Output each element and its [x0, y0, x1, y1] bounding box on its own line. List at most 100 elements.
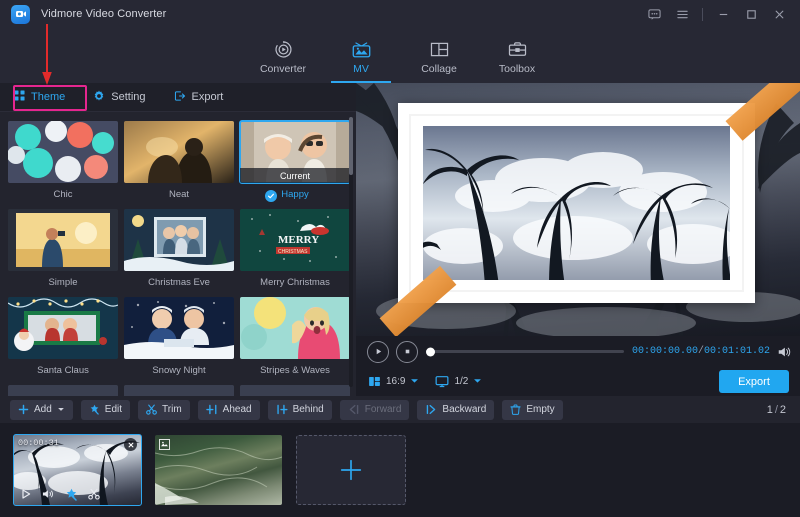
minimize-icon[interactable]: [710, 1, 736, 27]
page-indicator: 1/2: [767, 404, 786, 416]
nav-tab-mv[interactable]: MV: [322, 28, 400, 83]
tool-label: Edit: [105, 404, 122, 415]
stop-button[interactable]: [396, 341, 418, 363]
aspect-icon: [368, 375, 381, 388]
sub-tab-export[interactable]: Export: [174, 90, 224, 105]
total-time: 00:01:01.02: [704, 346, 770, 357]
sub-tab-setting[interactable]: Setting: [93, 90, 145, 105]
app-title: Vidmore Video Converter: [41, 8, 166, 20]
plus-icon: [338, 457, 364, 483]
theme-panel: Theme Setting: [0, 83, 356, 396]
nav-tab-label: Toolbox: [499, 63, 535, 75]
seek-bar[interactable]: [428, 350, 624, 353]
clip-hover-tools: [14, 485, 141, 503]
svg-text:CHRISTMAS: CHRISTMAS: [278, 249, 308, 255]
player-controls: 00:00:00.00/00:01:01.02: [356, 336, 800, 396]
timeline-clip-image[interactable]: [155, 435, 282, 505]
aspect-ratio-selector[interactable]: 16:9: [368, 375, 419, 388]
theme-item-partial[interactable]: [240, 385, 350, 396]
theme-item-merry-christmas[interactable]: MERRY CHRISTMAS Merry Christmas: [240, 209, 350, 289]
player-options-row: 16:9 1/2 Export: [356, 367, 800, 396]
play-button[interactable]: [367, 341, 389, 363]
converter-icon: [273, 37, 294, 60]
sub-tab-label: Setting: [111, 91, 145, 103]
theme-thumbnail: [240, 297, 350, 359]
edit-icon[interactable]: [65, 488, 78, 501]
tool-label: Trim: [162, 404, 182, 415]
nav-tab-toolbox[interactable]: Toolbox: [478, 28, 556, 83]
theme-thumbnail: [124, 209, 234, 271]
themes-grid: Chic: [0, 113, 356, 396]
forward-button[interactable]: Forward: [340, 400, 410, 420]
app-window: Vidmore Video Converter: [0, 0, 800, 517]
add-button[interactable]: Add: [10, 400, 73, 420]
maximize-icon[interactable]: [738, 1, 764, 27]
theme-item-christmas-eve[interactable]: Christmas Eve: [124, 209, 234, 289]
theme-thumbnail: [8, 121, 118, 183]
ahead-button[interactable]: Ahead: [198, 400, 260, 420]
timeline-clip-video[interactable]: 00:00:31: [14, 435, 141, 505]
sub-tab-theme[interactable]: Theme: [14, 90, 65, 104]
chevron-down-icon[interactable]: [410, 377, 419, 386]
theme-thumbnail: [124, 297, 234, 359]
behind-button[interactable]: Behind: [268, 400, 332, 420]
theme-item-simple[interactable]: Simple: [8, 209, 118, 289]
screen-split-selector[interactable]: 1/2: [435, 375, 482, 388]
theme-item-stripes-waves[interactable]: Stripes & Waves: [240, 297, 350, 377]
page-current: 1: [767, 404, 773, 416]
video-preview[interactable]: [356, 83, 800, 336]
trim-button[interactable]: Trim: [138, 400, 190, 420]
chevron-down-icon[interactable]: [57, 407, 65, 412]
play-icon[interactable]: [20, 488, 32, 500]
theme-item-neat[interactable]: Neat: [124, 121, 234, 201]
behind-icon: [276, 404, 288, 415]
theme-thumbnail: [8, 209, 118, 271]
theme-label: Neat: [124, 188, 234, 201]
nav-tab-label: Converter: [260, 63, 306, 75]
clip-thumbnail: [155, 435, 282, 505]
theme-label: Merry Christmas: [240, 276, 350, 289]
clip-close-icon[interactable]: [124, 438, 137, 451]
nav-bar: Converter MV: [0, 28, 800, 83]
mv-icon: [351, 37, 372, 60]
preview-frame: [398, 103, 755, 303]
clip-timeline: 00:00:31: [0, 423, 800, 517]
add-clip-button[interactable]: [296, 435, 406, 505]
menu-icon[interactable]: [669, 1, 695, 27]
theme-item-happy[interactable]: Current Happy: [240, 121, 350, 201]
theme-item-santa-claus[interactable]: Santa Claus: [8, 297, 118, 377]
feedback-icon[interactable]: [641, 1, 667, 27]
grid-icon: [14, 90, 25, 104]
themes-scrollbar[interactable]: [349, 117, 353, 387]
theme-item-partial[interactable]: [124, 385, 234, 396]
screen-split-value: 1/2: [454, 376, 468, 387]
plus-icon: [18, 404, 29, 415]
volume-icon[interactable]: [42, 488, 55, 500]
seek-handle[interactable]: [426, 347, 435, 356]
nav-tab-collage[interactable]: Collage: [400, 28, 478, 83]
monitor-icon: [435, 375, 449, 388]
chevron-down-icon[interactable]: [473, 377, 482, 386]
close-icon[interactable]: [766, 1, 792, 27]
tool-label: Add: [34, 404, 52, 415]
empty-button[interactable]: Empty: [502, 400, 562, 420]
theme-thumbnail: [124, 385, 234, 396]
window-controls: [641, 0, 792, 28]
selected-check-icon: [265, 190, 277, 202]
theme-label: Christmas Eve: [124, 276, 234, 289]
theme-item-snowy-night[interactable]: Snowy Night: [124, 297, 234, 377]
theme-item-partial[interactable]: [8, 385, 118, 396]
trash-icon: [510, 404, 521, 415]
backward-button[interactable]: Backward: [417, 400, 494, 420]
aspect-ratio-value: 16:9: [386, 376, 405, 387]
export-button[interactable]: Export: [719, 370, 789, 393]
nav-tab-converter[interactable]: Converter: [244, 28, 322, 83]
trim-icon[interactable]: [88, 488, 100, 500]
theme-item-chic[interactable]: Chic: [8, 121, 118, 201]
theme-thumbnail: [8, 297, 118, 359]
volume-icon[interactable]: [777, 345, 791, 359]
scrollbar-thumb[interactable]: [349, 117, 353, 175]
theme-label: Snowy Night: [124, 364, 234, 377]
themes-scroll-area[interactable]: Chic: [0, 113, 356, 396]
edit-button[interactable]: Edit: [81, 400, 130, 420]
